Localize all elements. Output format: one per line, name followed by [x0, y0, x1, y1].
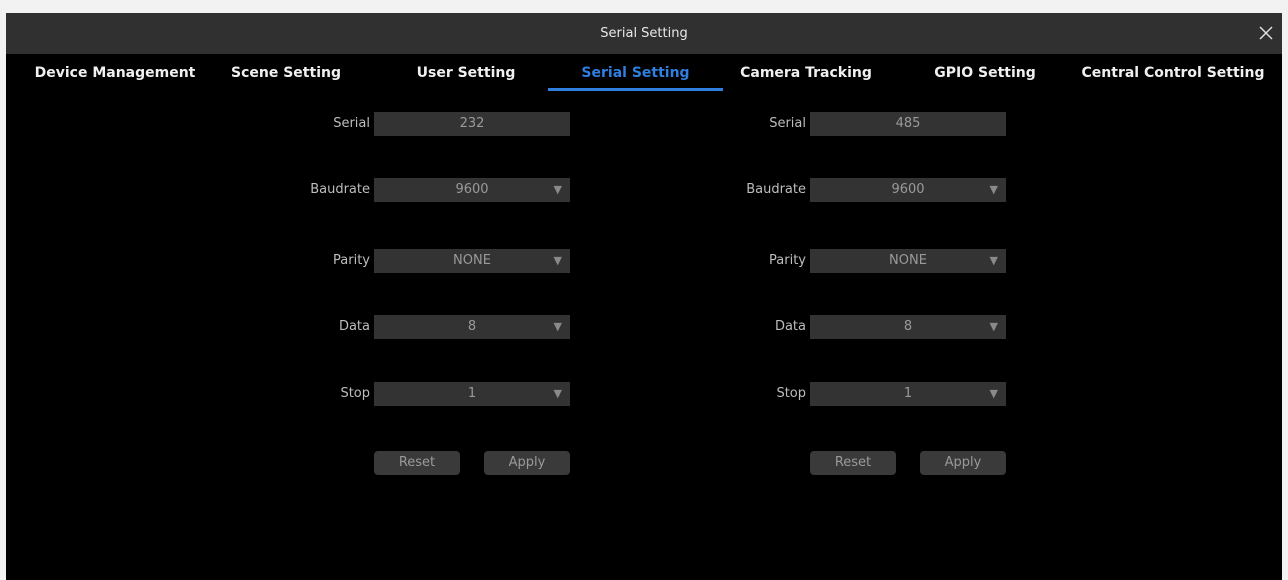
tab-bar: Device Management Scene Setting User Set… [6, 54, 1282, 92]
apply-button[interactable]: Apply [920, 451, 1006, 475]
stop-label: Stop [340, 386, 370, 401]
stop-select[interactable]: 1 ▼ [374, 382, 570, 406]
serial-field: 232 [374, 112, 570, 136]
data-value: 8 [467, 319, 477, 334]
window-title: Serial Setting [600, 26, 688, 41]
apply-button[interactable]: Apply [484, 451, 570, 475]
tab-camera-tracking[interactable]: Camera Tracking [726, 54, 886, 92]
dropdown-arrow-icon: ▼ [989, 183, 998, 196]
baudrate-label: Baudrate [310, 182, 370, 197]
serial-label: Serial [333, 116, 370, 131]
stop-value: 1 [467, 386, 477, 401]
data-row: Data 8 ▼ [604, 315, 1024, 339]
parity-value: NONE [889, 253, 927, 268]
serial-setting-window: Serial Setting Device Management Scene S… [6, 13, 1282, 580]
tab-central-control-setting[interactable]: Central Control Setting [1068, 54, 1278, 92]
baudrate-row: Baudrate 9600 ▼ [168, 178, 588, 202]
baudrate-label: Baudrate [746, 182, 806, 197]
baudrate-select[interactable]: 9600 ▼ [810, 178, 1006, 202]
data-select[interactable]: 8 ▼ [810, 315, 1006, 339]
data-value: 8 [903, 319, 913, 334]
parity-row: Parity NONE ▼ [168, 249, 588, 273]
parity-select[interactable]: NONE ▼ [374, 249, 570, 273]
dropdown-arrow-icon: ▼ [553, 387, 562, 400]
serial-label: Serial [769, 116, 806, 131]
serial-value: 232 [459, 116, 485, 131]
baudrate-value: 9600 [455, 182, 489, 197]
serial-field: 485 [810, 112, 1006, 136]
stop-select[interactable]: 1 ▼ [810, 382, 1006, 406]
dropdown-arrow-icon: ▼ [553, 183, 562, 196]
button-row: Reset Apply [168, 451, 588, 475]
dropdown-arrow-icon: ▼ [989, 320, 998, 333]
tab-scene-setting[interactable]: Scene Setting [224, 54, 348, 92]
dropdown-arrow-icon: ▼ [553, 320, 562, 333]
button-row: Reset Apply [604, 451, 1024, 475]
dropdown-arrow-icon: ▼ [553, 254, 562, 267]
serial-row: Serial 232 [168, 112, 588, 136]
data-label: Data [774, 319, 806, 334]
stop-value: 1 [903, 386, 913, 401]
serial-panel-485: Serial 485 Baudrate 9600 ▼ Parity NONE ▼… [604, 92, 1024, 512]
serial-row: Serial 485 [604, 112, 1024, 136]
dropdown-arrow-icon: ▼ [989, 254, 998, 267]
dropdown-arrow-icon: ▼ [989, 387, 998, 400]
data-row: Data 8 ▼ [168, 315, 588, 339]
reset-button[interactable]: Reset [374, 451, 460, 475]
parity-value: NONE [453, 253, 491, 268]
parity-label: Parity [769, 253, 806, 268]
tab-gpio-setting[interactable]: GPIO Setting [916, 54, 1054, 92]
baudrate-value: 9600 [891, 182, 925, 197]
stop-row: Stop 1 ▼ [604, 382, 1024, 406]
baudrate-row: Baudrate 9600 ▼ [604, 178, 1024, 202]
title-bar: Serial Setting [6, 13, 1282, 54]
parity-select[interactable]: NONE ▼ [810, 249, 1006, 273]
tab-user-setting[interactable]: User Setting [404, 54, 528, 92]
serial-value: 485 [895, 116, 921, 131]
stop-row: Stop 1 ▼ [168, 382, 588, 406]
parity-row: Parity NONE ▼ [604, 249, 1024, 273]
reset-button[interactable]: Reset [810, 451, 896, 475]
data-select[interactable]: 8 ▼ [374, 315, 570, 339]
parity-label: Parity [333, 253, 370, 268]
baudrate-select[interactable]: 9600 ▼ [374, 178, 570, 202]
tab-serial-setting[interactable]: Serial Setting [548, 54, 723, 92]
serial-panel-232: Serial 232 Baudrate 9600 ▼ Parity NONE ▼… [168, 92, 588, 512]
data-label: Data [338, 319, 370, 334]
close-button[interactable] [1256, 23, 1276, 43]
close-icon [1259, 26, 1273, 40]
tab-device-management[interactable]: Device Management [6, 54, 224, 92]
stop-label: Stop [776, 386, 806, 401]
